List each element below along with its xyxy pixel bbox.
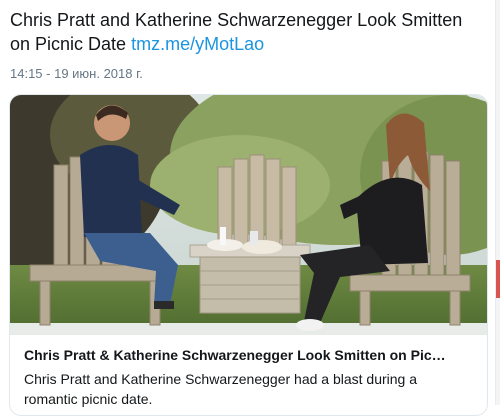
tweet-text: Chris Pratt and Katherine Schwarzenegger… bbox=[10, 8, 485, 56]
scrollbar-thumb[interactable] bbox=[496, 260, 500, 298]
link-preview-card[interactable]: Chris Pratt & Katherine Schwarzenegger L… bbox=[9, 94, 488, 416]
scrollbar-track[interactable] bbox=[495, 0, 500, 405]
card-photo bbox=[10, 95, 487, 335]
card-image[interactable] bbox=[10, 95, 487, 335]
card-description: Chris Pratt and Katherine Schwarzenegger… bbox=[24, 371, 418, 407]
card-title[interactable]: Chris Pratt & Katherine Schwarzenegger L… bbox=[24, 347, 474, 363]
tweet-timestamp[interactable]: 14:15 - 19 июн. 2018 г. bbox=[10, 66, 143, 81]
tweet: Chris Pratt and Katherine Schwarzenegger… bbox=[0, 0, 500, 416]
tweet-link[interactable]: tmz.me/yMotLao bbox=[131, 34, 264, 54]
